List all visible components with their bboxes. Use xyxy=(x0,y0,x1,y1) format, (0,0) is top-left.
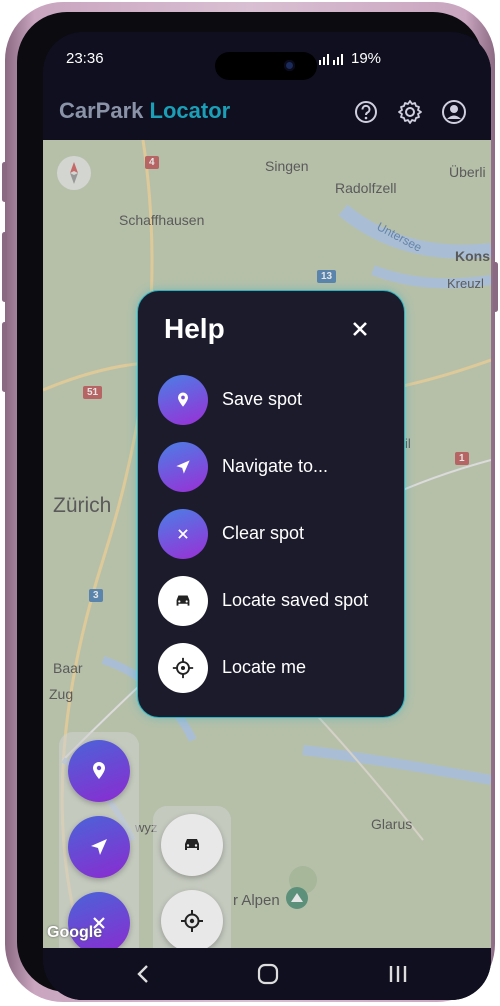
car-icon xyxy=(158,576,208,626)
volume-down-button xyxy=(2,322,7,392)
help-item-navigate: Navigate to... xyxy=(158,442,398,492)
save-spot-fab[interactable] xyxy=(68,740,130,802)
car-icon xyxy=(185,839,199,850)
side-button xyxy=(2,162,7,202)
screen: 23:36 19% CarPark Locator Singen Radolfz… xyxy=(43,32,491,1000)
recents-icon[interactable] xyxy=(383,960,413,988)
help-item-clear-spot: Clear spot xyxy=(158,509,398,559)
help-item-save-spot: Save spot xyxy=(158,375,398,425)
help-item-label: Locate me xyxy=(222,657,307,677)
locate-saved-spot-fab[interactable] xyxy=(161,814,223,876)
back-icon[interactable] xyxy=(129,960,159,988)
signal-icon xyxy=(319,52,349,69)
app-title: CarPark Locator xyxy=(59,98,230,124)
clear-x-icon xyxy=(158,509,208,559)
power-button xyxy=(493,262,498,312)
google-attribution: Google xyxy=(47,924,103,941)
camera-notch xyxy=(215,52,317,80)
battery-level: 19% xyxy=(351,50,382,67)
help-icon[interactable] xyxy=(353,99,379,125)
volume-up-button xyxy=(2,232,7,302)
help-item-label: Save spot xyxy=(222,389,303,409)
bezel: 23:36 19% CarPark Locator Singen Radolfz… xyxy=(17,12,491,1000)
help-dialog-title: Help xyxy=(164,313,225,344)
system-nav-bar xyxy=(43,948,491,1000)
close-icon[interactable] xyxy=(346,315,374,343)
home-icon[interactable] xyxy=(253,960,283,988)
status-time: 23:36 xyxy=(66,50,104,67)
locate-me-fab[interactable] xyxy=(161,890,223,948)
app-title-part2: Locator xyxy=(149,98,231,123)
help-item-label: Navigate to... xyxy=(222,456,329,476)
fab-group-right xyxy=(153,806,231,948)
camera-lens xyxy=(284,60,295,71)
phone-frame: 23:36 19% CarPark Locator Singen Radolfz… xyxy=(2,2,498,1002)
navigation-arrow-icon xyxy=(158,442,208,492)
help-dialog: Help Save spot Navigate to... Clear spot… xyxy=(137,290,405,718)
settings-icon[interactable] xyxy=(397,99,423,125)
account-icon[interactable] xyxy=(441,99,467,125)
crosshair-icon xyxy=(158,643,208,693)
location-pin-icon xyxy=(93,762,105,779)
fab-group-left xyxy=(59,732,139,948)
location-pin-icon xyxy=(158,375,208,425)
app-title-part1: CarPark xyxy=(59,98,144,123)
help-item-locate-me: Locate me xyxy=(158,643,398,693)
crosshair-icon xyxy=(181,910,203,932)
help-item-locate-saved-spot: Locate saved spot xyxy=(158,576,398,626)
help-item-label: Clear spot xyxy=(222,523,305,543)
help-item-label: Locate saved spot xyxy=(222,590,369,610)
navigate-fab[interactable] xyxy=(68,816,130,878)
app-bar: CarPark Locator xyxy=(43,88,491,140)
status-bar: 23:36 19% xyxy=(43,32,491,88)
navigation-arrow-icon xyxy=(91,839,107,855)
